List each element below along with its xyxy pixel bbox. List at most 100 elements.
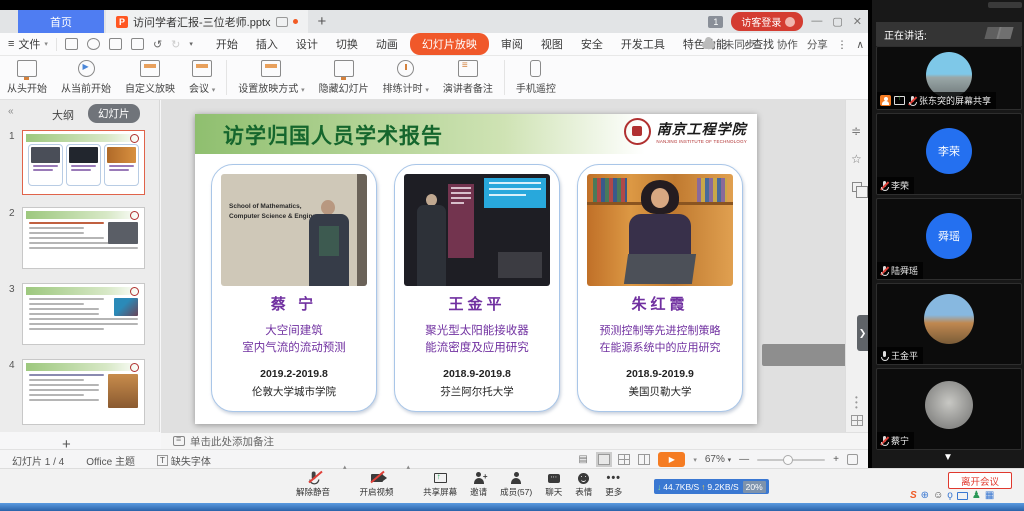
- rehearse-timing-button[interactable]: 排练计时 ▾: [376, 56, 436, 99]
- slide-thumbnail-1[interactable]: 1: [22, 130, 145, 195]
- sogou-input-icon[interactable]: S: [910, 490, 917, 502]
- chat-button[interactable]: ⋯ 聊天: [545, 471, 562, 498]
- notification-badge[interactable]: 1: [708, 16, 723, 28]
- play-options-arrow[interactable]: ▾: [693, 456, 697, 464]
- tray-keyboard-icon[interactable]: [957, 492, 968, 500]
- star-icon[interactable]: ☆: [851, 152, 862, 166]
- grid-view-icon[interactable]: [851, 415, 863, 426]
- print-icon[interactable]: [109, 38, 122, 50]
- tab-home[interactable]: 开始: [207, 33, 247, 55]
- participant-tile[interactable]: 李荣 李荣: [876, 113, 1022, 195]
- leave-meeting-button[interactable]: 离开会议: [948, 472, 1012, 489]
- zoom-in-button[interactable]: +: [833, 454, 839, 465]
- tray-smiley-icon[interactable]: ☺: [933, 490, 943, 502]
- participant-tile[interactable]: 舜瑶 陆舜瑶: [876, 198, 1022, 280]
- tab-security[interactable]: 安全: [572, 33, 612, 55]
- slide-number: 3: [9, 284, 15, 295]
- zoom-out-button[interactable]: —: [739, 454, 749, 465]
- sync-arrow-icon[interactable]: ▾: [764, 41, 768, 49]
- speaker-notes-button[interactable]: 演讲者备注: [436, 56, 500, 99]
- zoom-slider[interactable]: [757, 459, 825, 461]
- slide-thumbnail-2[interactable]: 2: [22, 207, 145, 269]
- tab-slideshow-active[interactable]: 幻灯片放映: [410, 33, 489, 55]
- scrollbar-dots[interactable]: •••: [855, 395, 858, 410]
- from-beginning-button[interactable]: 从头开始: [0, 56, 54, 99]
- start-video-button[interactable]: 开启视频: [360, 471, 394, 498]
- fit-to-window-icon[interactable]: [847, 454, 858, 465]
- invite-button[interactable]: + 邀请: [470, 471, 487, 498]
- close-button[interactable]: ✕: [853, 15, 862, 28]
- file-menu[interactable]: ≡ 文件 ▾: [0, 36, 56, 52]
- scholar-card-2[interactable]: 王金平 聚光型太阳能接收器能流密度及应用研究 2018.9-2019.8 芬兰阿…: [394, 164, 560, 412]
- missing-font-warning[interactable]: T 缺失字体: [157, 453, 211, 468]
- normal-view-icon[interactable]: [598, 454, 610, 465]
- custom-show-button[interactable]: 自定义放映: [118, 56, 182, 99]
- mic-options-arrow[interactable]: ▴: [343, 471, 347, 498]
- unmute-button[interactable]: 解除静音: [296, 471, 330, 498]
- export-icon[interactable]: [87, 38, 100, 50]
- emoji-button[interactable]: 表情: [575, 471, 592, 498]
- home-tab[interactable]: 首页: [18, 10, 104, 33]
- from-current-button[interactable]: 从当前开始: [54, 56, 118, 99]
- scholar-card-3[interactable]: 朱红霞 预测控制等先进控制策略在能源系统中的应用研究 2018.9-2019.9…: [577, 164, 743, 412]
- slides-tab[interactable]: 幻灯片: [88, 104, 140, 123]
- new-tab-button[interactable]: +: [318, 13, 327, 30]
- zoom-level[interactable]: 67% ▾: [705, 454, 731, 465]
- collapse-ribbon-icon[interactable]: ∧: [856, 39, 864, 51]
- video-options-arrow[interactable]: ▴: [407, 471, 411, 498]
- more-menu-icon[interactable]: ⋮: [837, 39, 848, 51]
- collapse-panel-button[interactable]: «: [8, 106, 14, 117]
- play-slideshow-button[interactable]: ▶: [658, 452, 685, 467]
- object-properties-icon[interactable]: ≑: [851, 124, 861, 138]
- collaborate-button[interactable]: 协作: [777, 37, 798, 52]
- phone-remote-button[interactable]: 手机遥控: [509, 56, 563, 99]
- hide-slide-button[interactable]: 隐藏幻灯片: [312, 56, 376, 99]
- sidebar-window-controls[interactable]: [988, 2, 1022, 8]
- theme-name[interactable]: Office 主题: [86, 453, 135, 468]
- tray-mic-icon[interactable]: ϙ: [947, 490, 953, 502]
- members-button[interactable]: 成员(57): [500, 471, 532, 498]
- scholar-card-1[interactable]: School of Mathematics,Computer Science &…: [211, 164, 377, 412]
- windows-taskbar[interactable]: [0, 503, 1024, 511]
- undo-icon[interactable]: ↺: [153, 38, 162, 51]
- save-icon[interactable]: [65, 38, 78, 50]
- meeting-button[interactable]: 会议 ▾: [182, 56, 222, 99]
- share-screen-button[interactable]: 共享屏幕: [423, 471, 457, 498]
- participant-tile-share[interactable]: 张东突的屏幕共享: [876, 46, 1022, 110]
- slide-1[interactable]: 访学归国人员学术报告 南京工程学院 NANJING INSTITUTE OF T…: [195, 114, 757, 424]
- slide-sorter-icon[interactable]: [618, 454, 630, 465]
- scroll-down-arrow[interactable]: ▼: [943, 452, 953, 463]
- selection-pane-icon[interactable]: [852, 182, 862, 192]
- slide-thumbnail-3[interactable]: 3: [22, 283, 145, 345]
- notes-view-icon[interactable]: ▤: [578, 454, 590, 465]
- notes-bar[interactable]: 单击此处添加备注: [161, 432, 868, 449]
- more-button[interactable]: ••• 更多: [605, 471, 622, 498]
- tab-animation[interactable]: 动画: [367, 33, 407, 55]
- outline-tab[interactable]: 大纲: [52, 107, 74, 123]
- quickbar-arrow-icon[interactable]: ▾: [189, 40, 193, 48]
- tab-insert[interactable]: 插入: [247, 33, 287, 55]
- participant-tile[interactable]: 王金平: [876, 283, 1022, 365]
- document-tab[interactable]: P 访问学者汇报-三位老师.pptx: [106, 10, 308, 33]
- maximize-button[interactable]: ▢: [832, 15, 842, 28]
- tray-person-icon[interactable]: ♟: [972, 490, 981, 502]
- print-preview-icon[interactable]: [131, 38, 144, 50]
- tray-cross-icon[interactable]: ⊕: [921, 490, 929, 502]
- expand-panel-tab[interactable]: ❯: [857, 315, 868, 351]
- reading-view-icon[interactable]: [638, 454, 650, 465]
- share-button[interactable]: 分享: [807, 37, 828, 52]
- tab-review[interactable]: 审阅: [492, 33, 532, 55]
- tab-view[interactable]: 视图: [532, 33, 572, 55]
- guest-login-button[interactable]: 访客登录: [731, 12, 803, 31]
- tab-design[interactable]: 设计: [287, 33, 327, 55]
- zoom-slider-thumb[interactable]: [783, 455, 793, 465]
- tray-grid-icon[interactable]: ▦: [985, 490, 994, 502]
- minimize-button[interactable]: —: [811, 15, 822, 28]
- setup-show-button[interactable]: 设置放映方式 ▾: [231, 56, 311, 99]
- sync-status[interactable]: 未同步: [724, 37, 756, 52]
- slide-thumbnail-4[interactable]: 4: [22, 359, 145, 425]
- redo-icon[interactable]: ↻: [171, 38, 180, 51]
- participant-tile[interactable]: 蔡宁: [876, 368, 1022, 450]
- tab-transition[interactable]: 切换: [327, 33, 367, 55]
- tab-devtools[interactable]: 开发工具: [612, 33, 674, 55]
